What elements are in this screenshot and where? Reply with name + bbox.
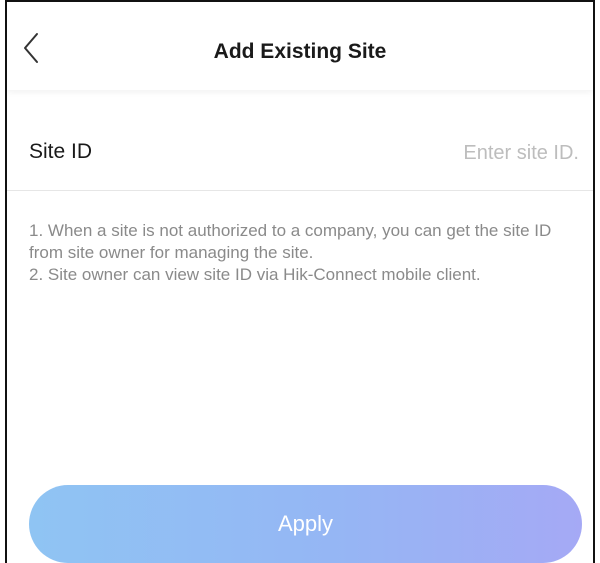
site-id-row: Site ID	[7, 112, 593, 191]
apply-button[interactable]: Apply	[29, 485, 582, 563]
note-line-1: 1. When a site is not authorized to a co…	[29, 221, 552, 262]
site-id-input[interactable]	[277, 136, 581, 170]
screen: Add Existing Site Site ID 1. When a site…	[5, 0, 595, 563]
instructions-text: 1. When a site is not authorized to a co…	[29, 220, 579, 286]
site-id-label: Site ID	[29, 140, 93, 163]
header-bar: Add Existing Site	[7, 2, 593, 90]
note-line-2: 2. Site owner can view site ID via Hik-C…	[29, 265, 481, 284]
page-title: Add Existing Site	[213, 40, 387, 63]
